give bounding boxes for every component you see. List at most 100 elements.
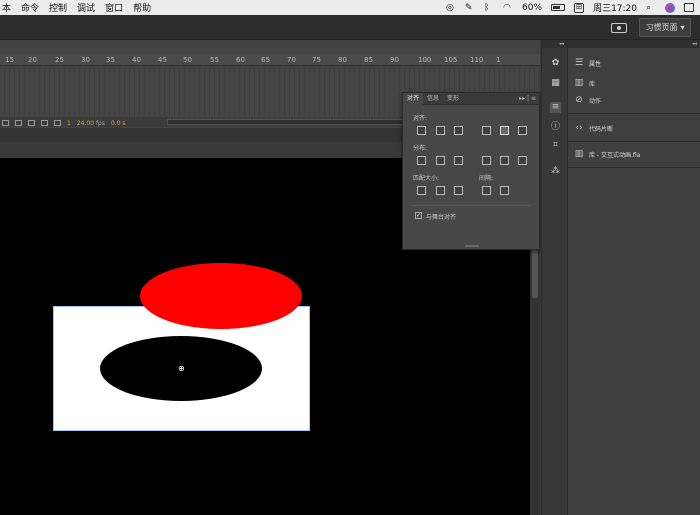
properties-icon: ☰ (574, 58, 584, 68)
edit-multiple-frames-icon[interactable] (15, 120, 22, 126)
ruler-label: 15 (5, 56, 14, 64)
menu-item-window[interactable]: 窗口 (103, 1, 125, 14)
panel-label: 属性 (589, 60, 602, 68)
code-snippets-icon: ‹› (575, 123, 583, 133)
chevron-down-icon: ▾ (680, 23, 685, 32)
match-width-and-height-icon[interactable] (454, 186, 463, 195)
match-height-icon[interactable] (436, 186, 445, 195)
frame-rate[interactable]: 24.00 fps (77, 120, 105, 127)
elapsed-time[interactable]: 0.0 s (111, 120, 126, 127)
ruler-label: 25 (55, 56, 64, 64)
ruler-label: 1 (496, 56, 501, 64)
bluetooth-icon[interactable]: ᛒ (484, 3, 494, 13)
timeline-horizontal-scrollbar[interactable] (167, 119, 407, 125)
menu-item-command[interactable]: 命令 (19, 1, 41, 14)
ruler-label: 40 (132, 56, 141, 64)
panel-icon-rail: ◂◂ ✿ ▦ ≡ ⓘ ⌗ ⁂ (541, 40, 568, 515)
collapse-panel-icon[interactable]: ◂◂ (568, 40, 700, 48)
match-width-icon[interactable] (417, 186, 426, 195)
panel-code-snippets[interactable]: ‹› 代码片断 (574, 121, 613, 135)
scrollbar-thumb[interactable] (532, 248, 538, 298)
distribute-horizontal-center-icon[interactable] (500, 156, 509, 165)
grid-swatches-icon[interactable]: ▦ (550, 78, 561, 89)
ruler-label: 100 (418, 56, 432, 64)
menu-item-control[interactable]: 控制 (47, 1, 69, 14)
wifi-icon[interactable]: ◠ (503, 3, 513, 13)
align-label: 对齐: (413, 115, 428, 122)
panel-menu-icon[interactable]: ▸▸ | ≡ (519, 95, 536, 102)
notification-center-icon[interactable] (684, 3, 694, 12)
align-panel-icon[interactable]: ≡ (550, 102, 561, 113)
align-right-edge-icon[interactable] (454, 126, 463, 135)
menu-item-debug[interactable]: 调试 (75, 1, 97, 14)
side-panel: ◂◂ ☰ 属性 ▥ 库 ⊘ 动作 ‹› 代码片断 ▥ 库 - 交互式动画.fla (568, 40, 700, 515)
script-icon[interactable]: ✎ (465, 3, 475, 13)
ruler-label: 55 (210, 56, 219, 64)
distribute-bottom-icon[interactable] (454, 156, 463, 165)
ruler-label: 80 (338, 56, 347, 64)
space-evenly-horizontal-icon[interactable] (500, 186, 509, 195)
library-icon: ▥ (574, 149, 584, 159)
tab-transform[interactable]: 变形 (443, 93, 463, 105)
ruler-label: 70 (287, 56, 296, 64)
current-frame[interactable]: 1 (67, 120, 71, 127)
ruler-label: 30 (81, 56, 90, 64)
distribute-top-icon[interactable] (417, 156, 426, 165)
move-cursor-icon: ⊕ (178, 364, 185, 373)
align-to-stage-label[interactable]: 与舞台对齐 (426, 212, 456, 221)
red-ellipse-shape[interactable] (140, 263, 302, 329)
battery-icon[interactable] (551, 4, 566, 11)
panel-library[interactable]: ▥ 库 (574, 76, 595, 90)
panel-document-library[interactable]: ▥ 库 - 交互式动画.fla (574, 147, 641, 161)
menu-item-command-partial[interactable]: 本 (0, 1, 13, 14)
menu-item-help[interactable]: 帮助 (131, 1, 153, 14)
distribute-label: 分布: (413, 145, 428, 152)
align-bottom-edge-icon[interactable] (518, 126, 527, 135)
align-left-edge-icon[interactable] (417, 126, 426, 135)
collapse-rail-icon[interactable]: ◂◂ (542, 40, 567, 48)
battery-percent: 60% (522, 2, 543, 13)
resize-grip[interactable] (465, 245, 479, 247)
application-window: { "menubar": { "items": ["本", "命令", "控制"… (0, 0, 700, 515)
distribute-left-icon[interactable] (482, 156, 491, 165)
motion-presets-icon[interactable]: ⁂ (550, 166, 561, 177)
creative-cloud-icon[interactable]: ◎ (446, 3, 456, 13)
panel-actions[interactable]: ⊘ 动作 (574, 93, 601, 107)
actions-icon: ⊘ (575, 95, 583, 105)
ruler-label: 35 (106, 56, 115, 64)
spotlight-search-icon[interactable]: ⌕ (646, 3, 656, 13)
align-horizontal-center-icon[interactable] (436, 126, 445, 135)
tab-align[interactable]: 对齐 (403, 92, 424, 105)
modify-markers-icon[interactable] (41, 120, 48, 126)
ruler-label: 50 (183, 56, 192, 64)
loop-icon[interactable] (54, 120, 61, 126)
distribute-vertical-center-icon[interactable] (436, 156, 445, 165)
divider (411, 205, 531, 206)
align-top-edge-icon[interactable] (482, 126, 491, 135)
info-icon[interactable]: ⓘ (550, 122, 561, 133)
center-frame-icon[interactable] (28, 120, 35, 126)
sync-settings-icon[interactable] (611, 23, 627, 33)
color-swatches-icon[interactable]: ✿ (550, 58, 561, 69)
spacing-label: 间隔: (479, 175, 494, 182)
align-vertical-center-icon[interactable] (500, 126, 509, 135)
fps-unit: fps (95, 119, 105, 127)
align-panel-tabs: 对齐 信息 变形 ▸▸ | ≡ (403, 92, 539, 105)
align-to-stage-checkbox[interactable]: ✓ (415, 212, 422, 219)
distribute-right-icon[interactable] (518, 156, 527, 165)
siri-icon[interactable] (665, 2, 675, 13)
space-evenly-vertical-icon[interactable] (482, 186, 491, 195)
match-size-label: 匹配大小: (413, 175, 440, 182)
app-toolbar (0, 15, 700, 40)
panel-properties[interactable]: ☰ 属性 (574, 56, 601, 70)
library-icon: ▥ (574, 78, 584, 88)
ruler-label: 85 (364, 56, 373, 64)
tab-info[interactable]: 信息 (423, 93, 443, 105)
ruler-label: 60 (236, 56, 245, 64)
transform-icon[interactable]: ⌗ (550, 140, 561, 151)
clock[interactable]: 周三17:20 (593, 1, 637, 14)
workspace-switcher[interactable]: 习惯页面 ▾ (639, 18, 691, 37)
onion-skin-icon[interactable] (2, 120, 9, 126)
frame-ruler[interactable]: 15 20 25 30 35 40 45 50 55 60 65 70 75 8… (0, 54, 540, 66)
calendar-icon[interactable]: 田 (574, 2, 585, 13)
